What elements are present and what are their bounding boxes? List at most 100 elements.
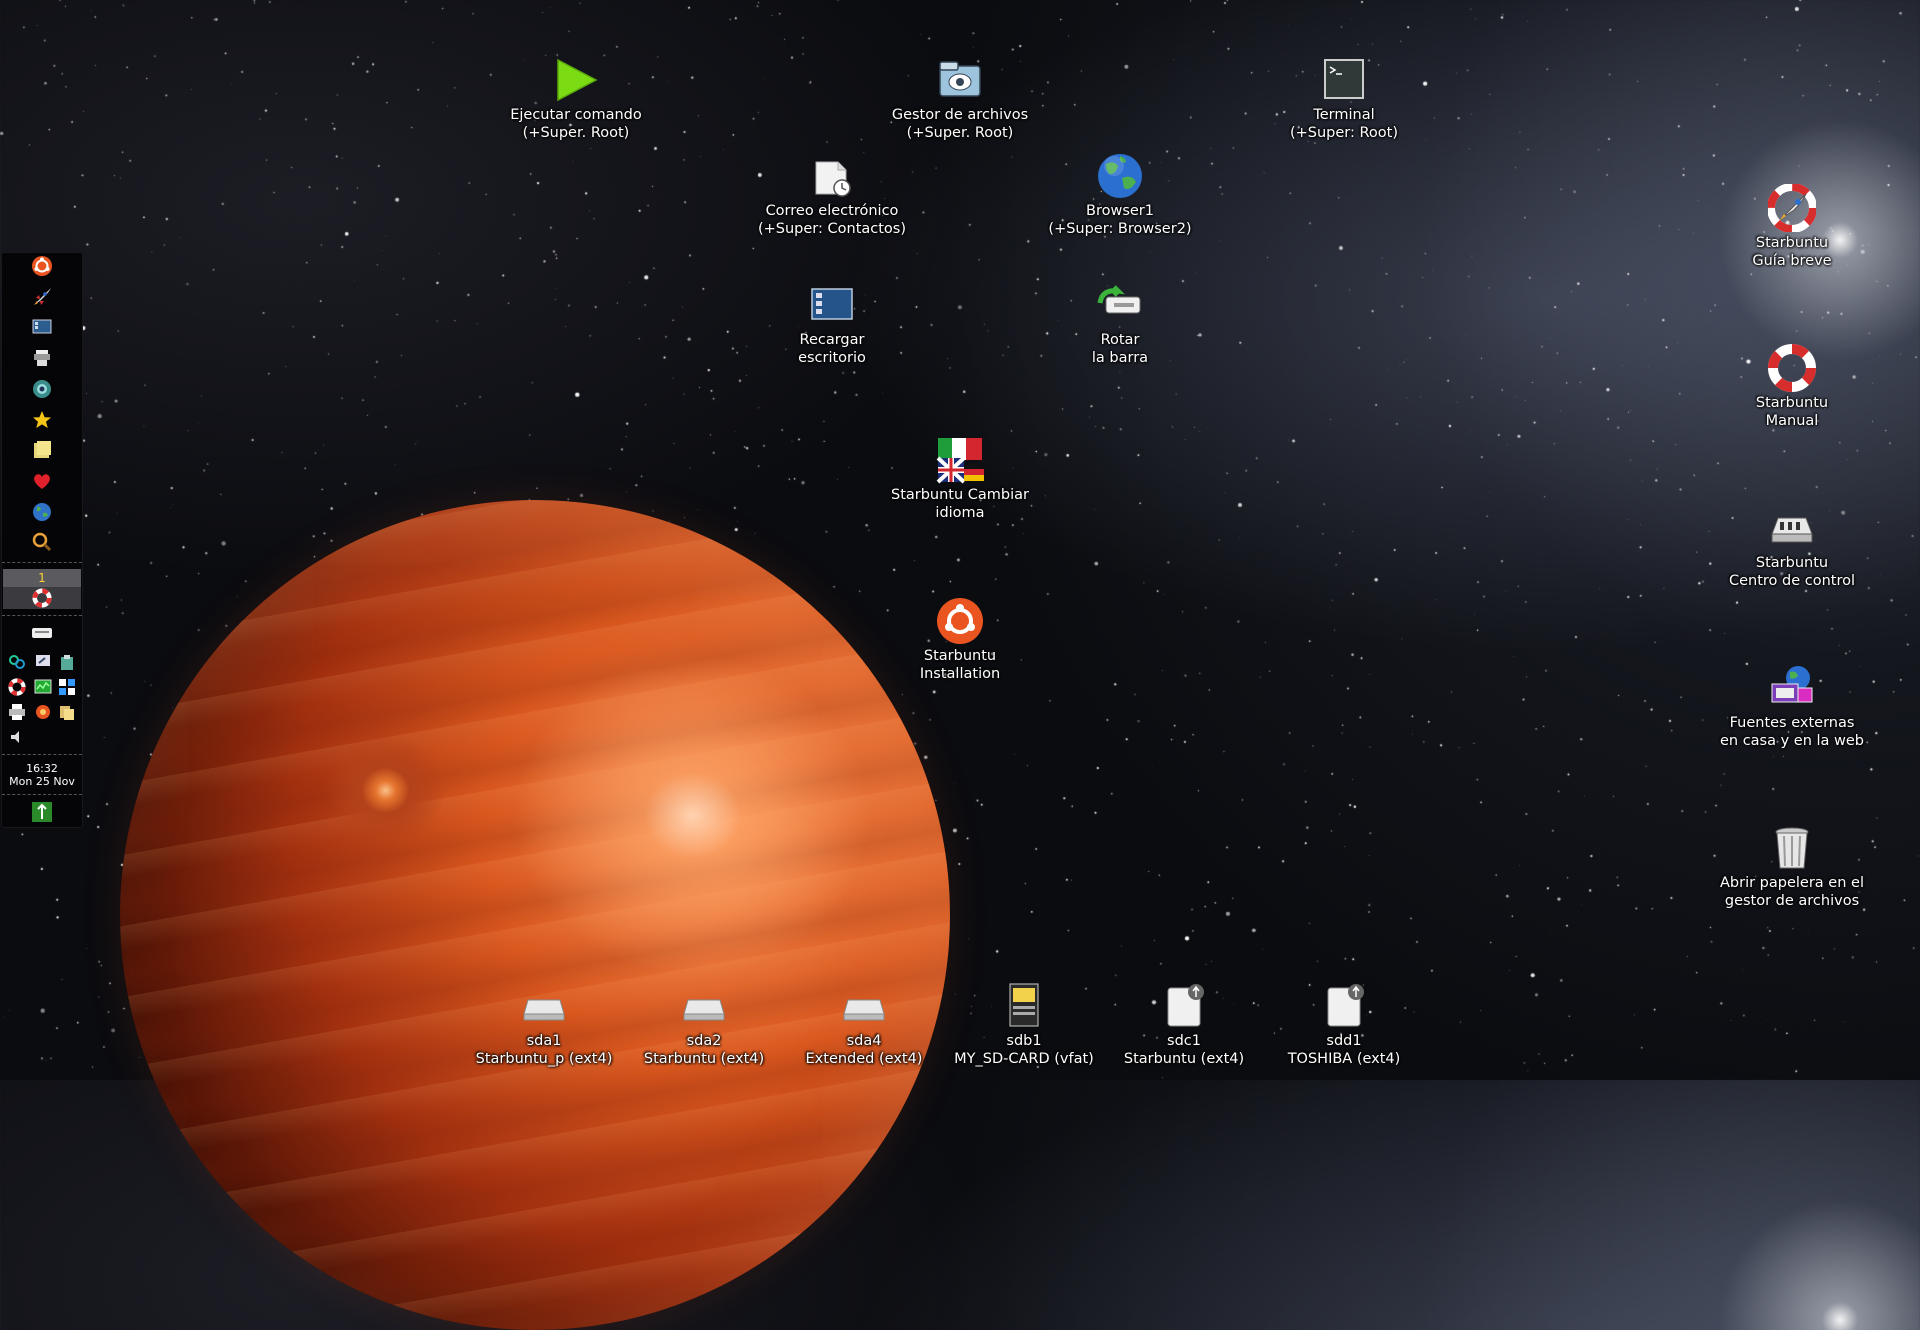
icon-label: Starbuntu: [923, 648, 997, 664]
logout-icon[interactable]: [31, 801, 53, 823]
icon-label: sdd1: [1326, 1033, 1362, 1049]
system-monitor-icon[interactable]: [34, 678, 52, 696]
icon-label: Manual: [1765, 413, 1819, 429]
clipboard-icon[interactable]: [58, 653, 76, 671]
icon-label: Starbuntu: [1755, 555, 1829, 571]
desktop-icon-papelera[interactable]: Abrir papelera en el gestor de archivos: [1702, 824, 1882, 910]
desktop-reload-icon: [808, 281, 856, 329]
installer-icon: [936, 597, 984, 645]
clock-time: 16:32: [26, 762, 58, 775]
updates-icon[interactable]: [34, 703, 52, 721]
icon-label: Fuentes externas: [1729, 715, 1855, 731]
icon-label: Starbuntu_p (ext4): [475, 1051, 613, 1067]
icon-label: Starbuntu: [1755, 395, 1829, 411]
heart-icon[interactable]: [31, 470, 53, 492]
desktop-icon-rotar[interactable]: Rotar la barra: [1030, 281, 1210, 367]
desktop-icon-install[interactable]: Starbuntu Installation: [870, 597, 1050, 683]
lifebuoy-icon: [1768, 344, 1816, 392]
printer-stack-icon[interactable]: [31, 347, 53, 369]
chat-icon[interactable]: [34, 653, 52, 671]
drive-icon-sdc1[interactable]: sdc1 Starbuntu (ext4): [1094, 982, 1274, 1068]
icon-label: sda1: [526, 1033, 562, 1049]
globe-icon[interactable]: [31, 501, 53, 523]
camera-icon[interactable]: [31, 378, 53, 400]
icon-label: sda2: [686, 1033, 722, 1049]
email-icon: [808, 152, 856, 200]
ubuntu-logo-icon[interactable]: [31, 255, 53, 277]
sd-card-icon: [1000, 982, 1048, 1030]
icon-label: (+Super: Root): [1289, 125, 1399, 141]
icon-label: (+Super. Root): [522, 125, 630, 141]
left-panel: 1 16:32 Mon 25 Nov: [2, 253, 82, 827]
search-icon[interactable]: [31, 531, 53, 553]
control-center-icon: [1768, 504, 1816, 552]
icon-label: en casa y en la web: [1719, 733, 1865, 749]
workspace-number[interactable]: 1: [3, 569, 81, 587]
icon-label: sdb1: [1006, 1033, 1042, 1049]
icon-label: Starbuntu (ext4): [1123, 1051, 1245, 1067]
lifebuoy-icon[interactable]: [32, 588, 52, 608]
icon-label: Ejecutar comando: [510, 107, 642, 123]
icon-label: TOSHIBA (ext4): [1287, 1051, 1401, 1067]
network-icon[interactable]: [8, 653, 26, 671]
volume-icon[interactable]: [8, 728, 26, 746]
terminal-icon: [1320, 56, 1368, 104]
icon-label: gestor de archivos: [1724, 893, 1860, 909]
hard-drive-icon: [840, 982, 888, 1030]
icon-label: (+Super: Contactos): [757, 221, 907, 237]
windows-grid-icon[interactable]: [58, 678, 76, 696]
icon-label: Guía breve: [1752, 253, 1832, 269]
clock-date: Mon 25 Nov: [9, 775, 75, 788]
desktop-icon-guia[interactable]: Starbuntu Guía breve: [1702, 184, 1882, 270]
desktop-icon-recargar[interactable]: Recargar escritorio: [742, 281, 922, 367]
icon-label: Recargar: [799, 332, 865, 348]
trash-icon: [1768, 824, 1816, 872]
icon-label: Extended (ext4): [805, 1051, 923, 1067]
icon-label: Terminal: [1313, 107, 1375, 123]
notes-icon[interactable]: [31, 439, 53, 461]
rocket-icon[interactable]: [31, 286, 53, 308]
usb-drive-icon: [1320, 982, 1368, 1030]
drive-icon-sdb1[interactable]: sdb1 MY_SD-CARD (vfat): [934, 982, 1114, 1068]
drive-icon-sda2[interactable]: sda2 Starbuntu (ext4): [614, 982, 794, 1068]
desktop-icon-gestor[interactable]: Gestor de archivos (+Super. Root): [870, 56, 1050, 142]
usb-drive-icon: [1160, 982, 1208, 1030]
panel-clock[interactable]: 16:32 Mon 25 Nov: [2, 762, 82, 788]
icon-label: MY_SD-CARD (vfat): [954, 1051, 1094, 1067]
desktop-icon-ejecutar[interactable]: Ejecutar comando (+Super. Root): [486, 56, 666, 142]
hard-drive-icon: [680, 982, 728, 1030]
files-icon[interactable]: [58, 703, 76, 721]
icon-label: (+Super: Browser2): [1048, 221, 1192, 237]
icon-label: Centro de control: [1728, 573, 1856, 589]
icon-label: Browser1: [1086, 203, 1154, 219]
icon-label: Abrir papelera en el: [1720, 875, 1864, 891]
desktop-icon-manual[interactable]: Starbuntu Manual: [1702, 344, 1882, 430]
icon-label: sda4: [846, 1033, 882, 1049]
icon-label: idioma: [935, 505, 985, 521]
desktop-icon-idioma[interactable]: Starbuntu Cambiar idioma: [870, 436, 1050, 522]
star-icon[interactable]: [31, 409, 53, 431]
network-sources-icon: [1768, 664, 1816, 712]
desktop-icon-control[interactable]: Starbuntu Centro de control: [1702, 504, 1882, 590]
icon-label: Starbuntu Cambiar: [890, 487, 1030, 503]
icon-label: Installation: [919, 666, 1001, 682]
desktop-icon-terminal[interactable]: Terminal (+Super: Root): [1254, 56, 1434, 142]
drive-icon-sda4[interactable]: sda4 Extended (ext4): [774, 982, 954, 1068]
desktop-icon[interactable]: [31, 316, 53, 338]
drive-icon-sda1[interactable]: sda1 Starbuntu_p (ext4): [454, 982, 634, 1068]
drive-icon-sdd1[interactable]: sdd1 TOSHIBA (ext4): [1254, 982, 1434, 1068]
rotate-panel-icon: [1096, 281, 1144, 329]
keyboard-icon[interactable]: [31, 626, 53, 640]
globe-icon: [1096, 152, 1144, 200]
rocket-icon: [1768, 184, 1816, 232]
desktop-icon-browser[interactable]: Browser1 (+Super: Browser2): [1030, 152, 1210, 238]
desktop-icon-correo[interactable]: Correo electrónico (+Super: Contactos): [742, 152, 922, 238]
planet-wallpaper: [120, 500, 950, 1330]
printer-icon[interactable]: [8, 703, 26, 721]
hard-drive-icon: [520, 982, 568, 1030]
lifebuoy-tray-icon[interactable]: [8, 678, 26, 696]
icon-label: Gestor de archivos: [891, 107, 1029, 123]
desktop-icon-fuentes[interactable]: Fuentes externas en casa y en la web: [1702, 664, 1882, 750]
icon-label: la barra: [1091, 350, 1149, 366]
file-manager-icon: [936, 56, 984, 104]
